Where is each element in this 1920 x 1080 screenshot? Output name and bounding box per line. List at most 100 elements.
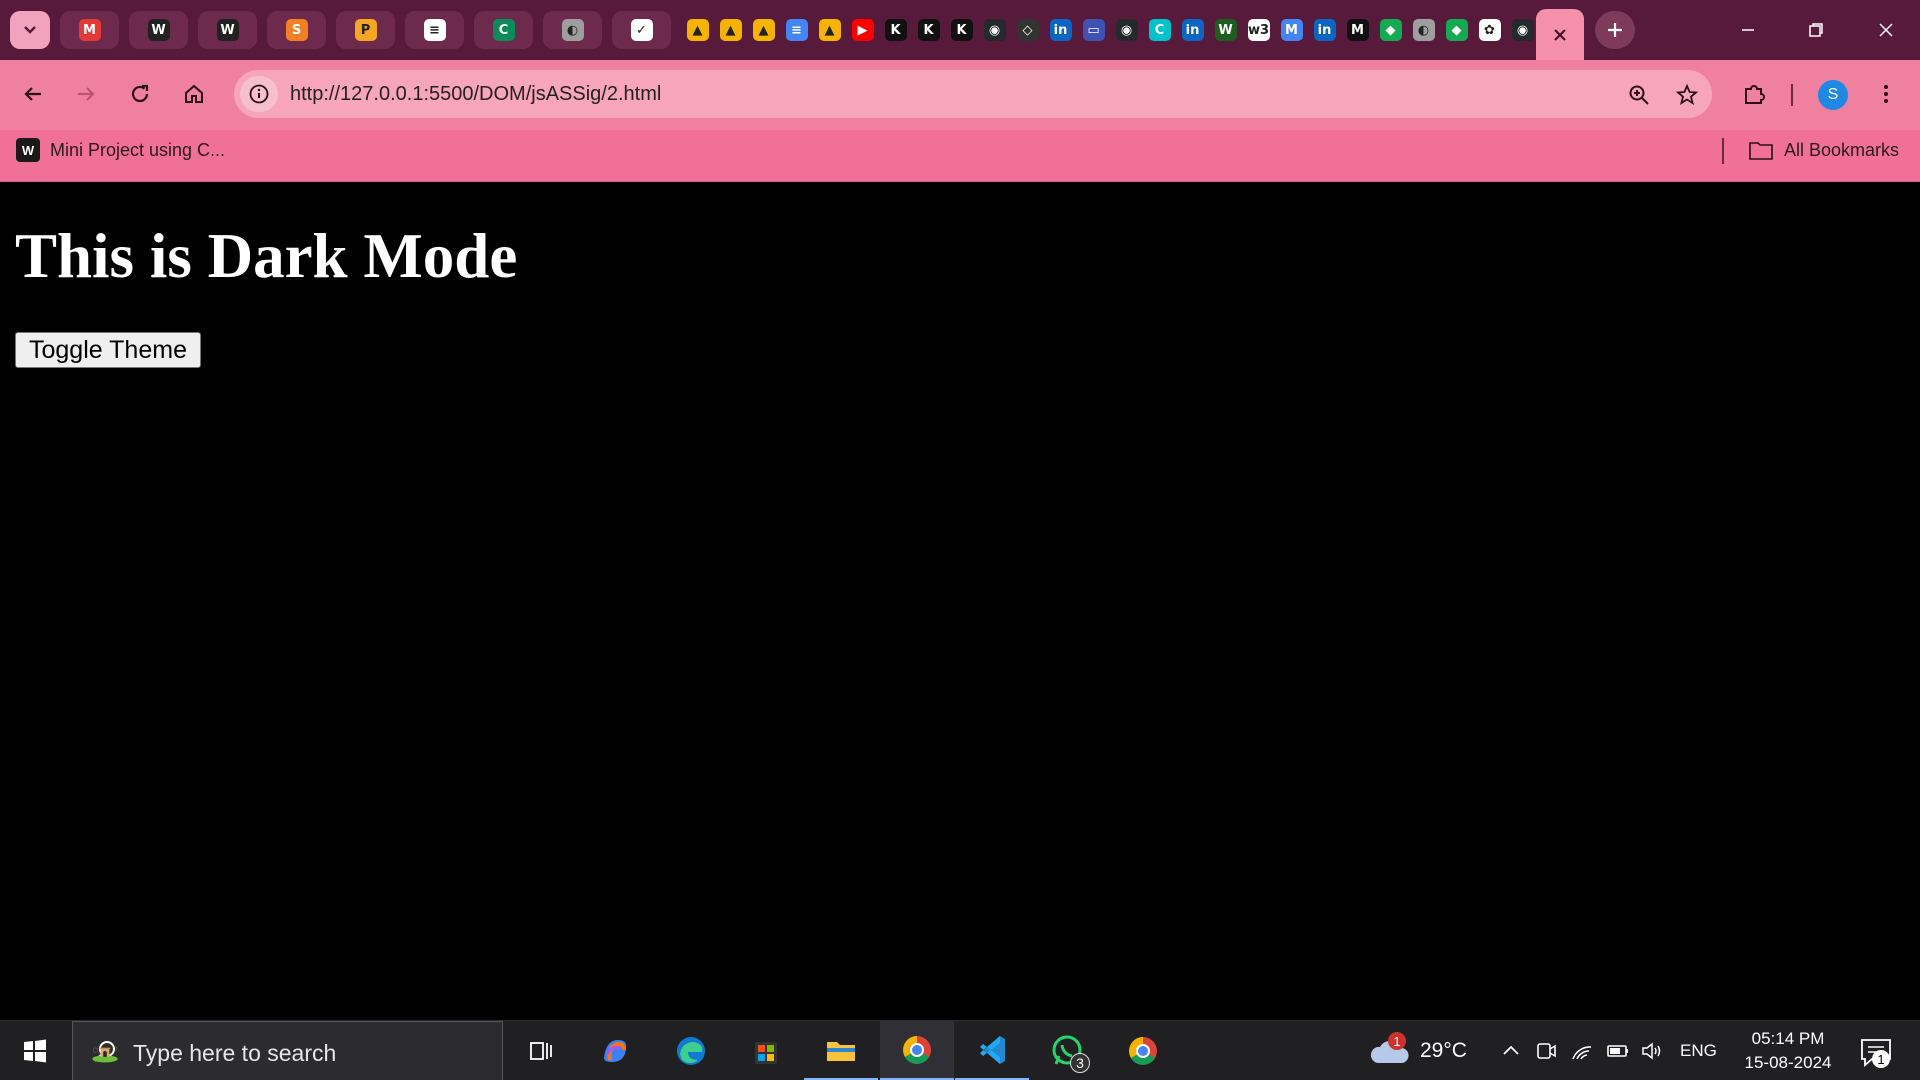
bookmarks-divider [1722,138,1724,164]
toggle-theme-button[interactable]: Toggle Theme [15,332,201,368]
gmail-icon: M [78,19,101,41]
tab-list: M W W S P ≡ C ◐ ✓ ▲ ▲ ▲ ≡ ▲ ▶ K K K ◉ ◇ in ▭ ◉ Cin Ww3 Min M ◆ ◐ ◆ ✿ ◉ [60,11,1539,49]
tab-globe[interactable]: ◐ [1407,11,1440,49]
edge-app[interactable] [654,1021,728,1080]
tab-linkedin[interactable]: in [1044,11,1077,49]
all-bookmarks-button[interactable]: All Bookmarks [1748,138,1899,162]
microsoft-store-app[interactable] [729,1021,803,1080]
bookmark-item[interactable]: W Mini Project using C... [16,138,225,162]
tab-canva[interactable]: C [1143,11,1176,49]
folder-icon [827,1041,855,1061]
show-hidden-icons-button[interactable] [1497,1037,1525,1065]
tab-google-drive[interactable]: ▲ [813,11,846,49]
address-bar[interactable]: http://127.0.0.1:5500/DOM/jsASSig/2.html [234,70,1712,118]
minimize-button[interactable] [1714,0,1782,60]
tab-w[interactable]: W [1209,11,1242,49]
chrome-icon [1129,1037,1157,1065]
tab-github[interactable]: ◉ [1110,11,1143,49]
meet-now-button[interactable] [1532,1037,1560,1065]
clock-time: 05:14 PM [1751,1029,1825,1048]
search-placeholder: Type here to search [133,1040,337,1066]
home-button[interactable] [174,74,214,114]
tab-chatgpt[interactable]: ✿ [1473,11,1506,49]
forward-button[interactable] [66,74,106,114]
toolbar-divider [1791,84,1793,106]
tab-gmail[interactable]: M [1275,11,1308,49]
tab-k[interactable]: K [879,11,912,49]
tab-forms[interactable]: ▭ [1077,11,1110,49]
tab-code[interactable]: ◇ [1011,11,1044,49]
restore-button[interactable] [1782,0,1850,60]
tab-w3schools[interactable]: w3 [1242,11,1275,49]
tab-medium[interactable]: M [1341,11,1374,49]
temperature[interactable]: 29°C [1420,1039,1467,1063]
arrow-left-icon [24,87,41,101]
chrome-profile-app[interactable] [1106,1021,1180,1080]
tab-google-docs[interactable]: ≡ [780,11,813,49]
task-view-button[interactable] [503,1021,577,1080]
menu-button[interactable] [1868,76,1904,112]
tab-linkedin[interactable]: in [1176,11,1209,49]
page-title: This is Dark Mode [15,221,518,291]
chrome-app[interactable] [880,1021,954,1080]
volume-button[interactable] [1638,1037,1666,1065]
volume-icon [1642,1042,1661,1060]
tab-k[interactable]: K [945,11,978,49]
tab-search-button[interactable] [10,11,50,49]
k-icon: K [917,19,940,41]
close-icon[interactable] [1551,26,1569,44]
restore-icon [1809,23,1823,37]
info-icon [249,84,269,104]
clock-date: 15-08-2024 [1744,1053,1832,1072]
k-icon: K [950,19,973,41]
copilot-app[interactable] [578,1021,652,1080]
github-icon: ◉ [983,19,1006,41]
tab-plugin[interactable]: P [336,11,395,49]
profile-avatar[interactable]: S [1818,80,1848,110]
tab-github[interactable]: ◉ [978,11,1011,49]
tab-globe[interactable]: ◐ [543,11,602,49]
reload-button[interactable] [120,74,160,114]
close-window-button[interactable] [1852,0,1920,60]
taskbar-search[interactable]: Type here to search [72,1021,503,1080]
site-info-button[interactable] [240,76,278,112]
url-text[interactable]: http://127.0.0.1:5500/DOM/jsASSig/2.html [290,83,661,106]
tab-k[interactable]: K [912,11,945,49]
file-explorer-app[interactable] [804,1021,878,1080]
vscode-app[interactable] [955,1021,1029,1080]
battery-button[interactable] [1604,1037,1632,1065]
tab-codechef[interactable]: C [474,11,533,49]
tab-document[interactable]: ≡ [405,11,464,49]
extensions-button[interactable] [1736,76,1772,112]
arrow-right-icon [78,87,95,101]
start-button[interactable] [0,1021,70,1080]
clock[interactable]: 05:14 PM 15-08-2024 [1738,1027,1838,1075]
tab-youtube[interactable]: ▶ [846,11,879,49]
wifi-icon [1572,1046,1592,1060]
tab-google-drive[interactable]: ▲ [714,11,747,49]
tab-github[interactable]: ◉ [1506,11,1539,49]
w-icon: W [1214,19,1237,41]
tab-linkedin[interactable]: in [1308,11,1341,49]
tab-wordpress[interactable]: W [198,11,257,49]
new-tab-button[interactable] [1595,11,1635,49]
tab-stackoverflow[interactable]: S [267,11,326,49]
whatsapp-app[interactable]: 3 [1030,1021,1104,1080]
zoom-button[interactable] [1626,82,1652,108]
tab-mongodb[interactable]: ◆ [1440,11,1473,49]
close-icon [1879,23,1893,37]
linkedin-icon: in [1181,19,1204,41]
home-icon [185,84,203,103]
tab-wordpress[interactable]: W [129,11,188,49]
mongodb-icon: ◆ [1379,19,1402,41]
back-button[interactable] [13,74,53,114]
wifi-button[interactable] [1568,1037,1596,1065]
tab-active[interactable] [1536,9,1584,60]
tab-google-drive[interactable]: ▲ [747,11,780,49]
bookmark-star-button[interactable] [1674,82,1700,108]
tab-gmail[interactable]: M [60,11,119,49]
language-indicator[interactable]: ENG [1680,1041,1717,1061]
tab-google-drive[interactable]: ▲ [681,11,714,49]
tab-check[interactable]: ✓ [612,11,671,49]
tab-mongodb[interactable]: ◆ [1374,11,1407,49]
